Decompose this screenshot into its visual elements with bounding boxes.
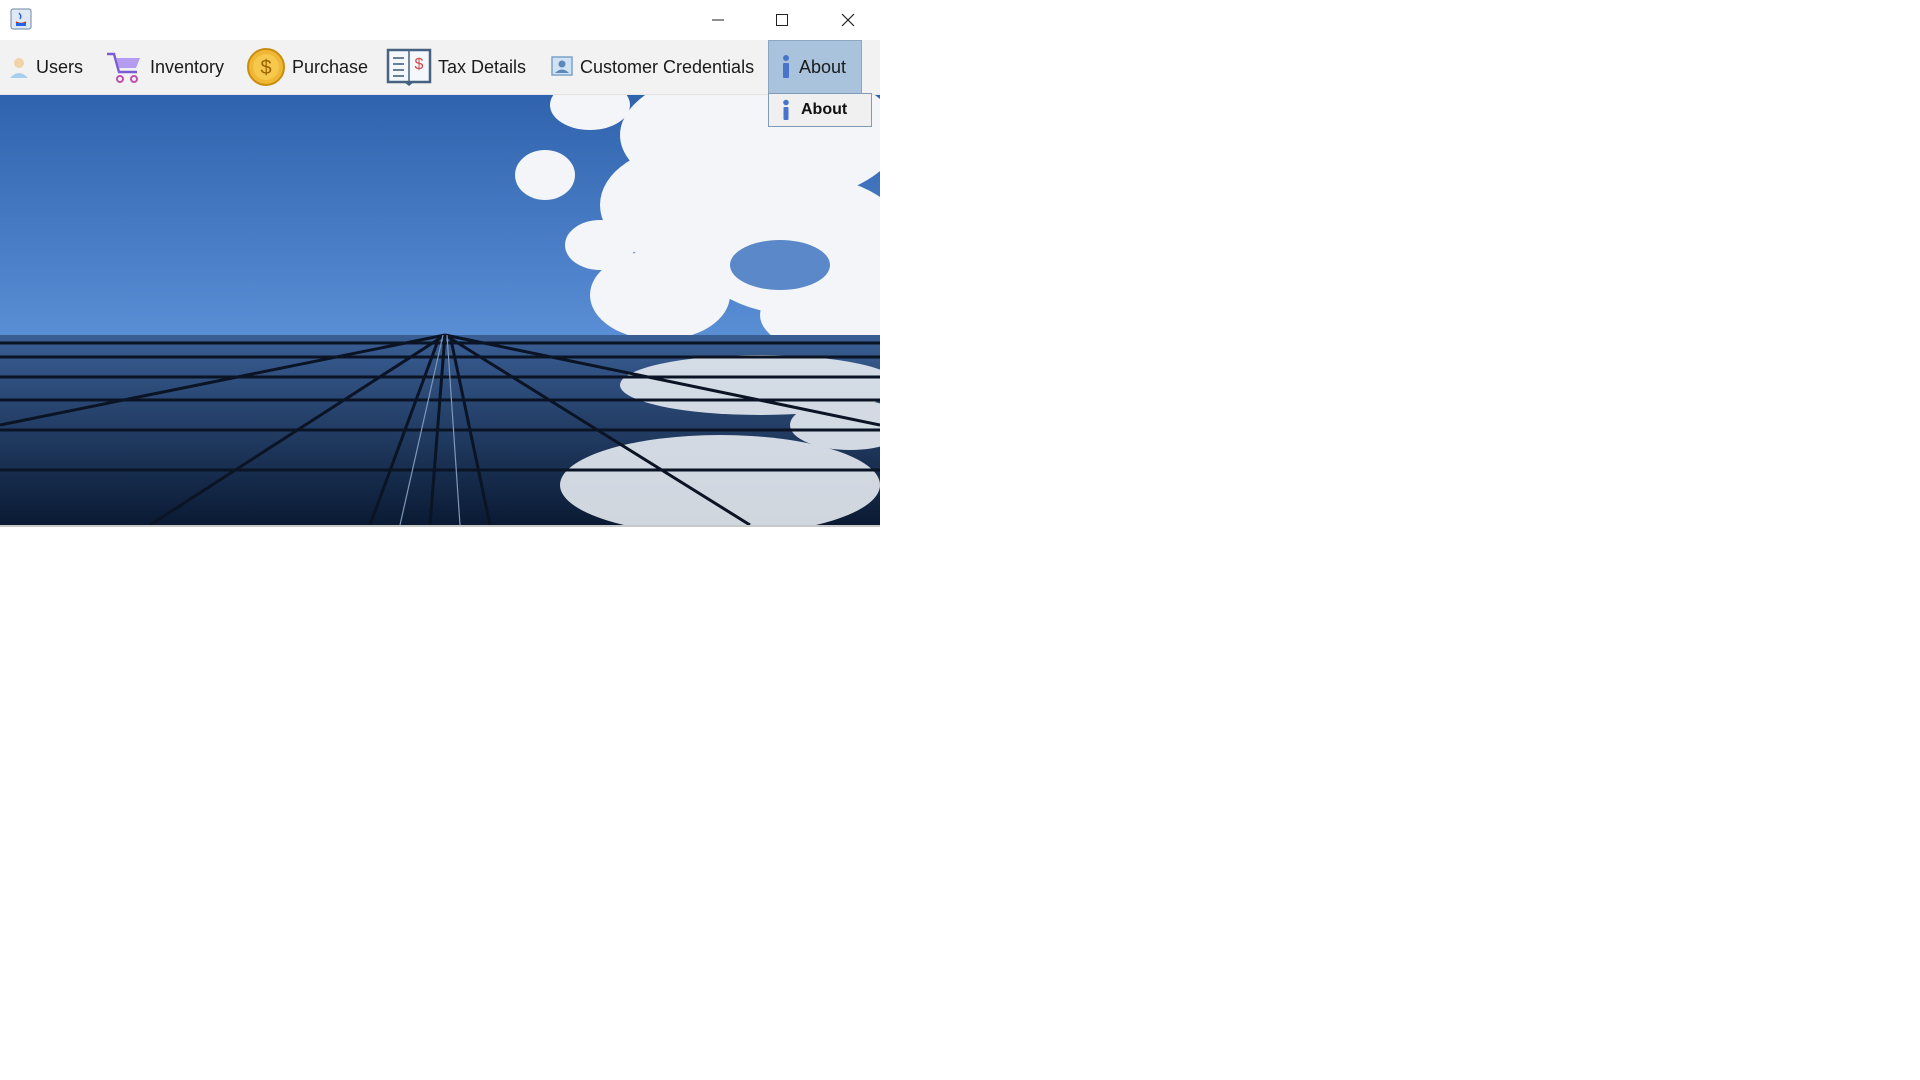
about-menu-item[interactable]: About xyxy=(768,93,872,127)
title-bar xyxy=(0,0,880,40)
dollar-coin-icon: $ xyxy=(246,47,286,87)
user-icon xyxy=(8,54,30,80)
about-menu-item-label: About xyxy=(801,101,848,118)
menu-inventory-label: Inventory xyxy=(150,56,225,77)
menu-about-label: About xyxy=(799,56,847,77)
svg-text:$: $ xyxy=(415,56,424,73)
menu-customer-credentials-label: Customer Credentials xyxy=(580,56,755,77)
close-button[interactable] xyxy=(816,0,880,40)
close-icon xyxy=(841,13,855,27)
menu-inventory[interactable]: Inventory xyxy=(104,40,224,94)
app-window: Users Inventory $ Purchase $ Tax Details… xyxy=(0,0,880,528)
menu-users[interactable]: Users xyxy=(8,40,83,94)
menu-purchase-label: Purchase xyxy=(292,56,369,77)
java-app-icon xyxy=(10,8,32,30)
menu-tax-details[interactable]: $ Tax Details xyxy=(386,40,526,94)
menu-bar: Users Inventory $ Purchase $ Tax Details… xyxy=(0,40,880,95)
svg-text:$: $ xyxy=(260,57,271,79)
menu-tax-details-label: Tax Details xyxy=(438,56,527,77)
info-icon xyxy=(779,54,793,80)
minimize-icon xyxy=(712,19,724,21)
minimize-button[interactable] xyxy=(686,0,750,40)
maximize-button[interactable] xyxy=(750,0,814,40)
menu-users-label: Users xyxy=(36,56,84,77)
building-sky-background-image xyxy=(0,95,880,525)
menu-customer-credentials[interactable]: Customer Credentials xyxy=(550,40,754,94)
info-icon xyxy=(781,99,791,121)
menu-purchase[interactable]: $ Purchase xyxy=(246,40,368,94)
customer-card-icon xyxy=(550,55,574,79)
maximize-icon xyxy=(776,14,788,26)
window-bottom-border xyxy=(0,525,880,527)
cart-icon xyxy=(104,48,144,86)
menu-about[interactable]: About xyxy=(768,40,862,94)
tax-ledger-icon: $ xyxy=(386,46,432,88)
